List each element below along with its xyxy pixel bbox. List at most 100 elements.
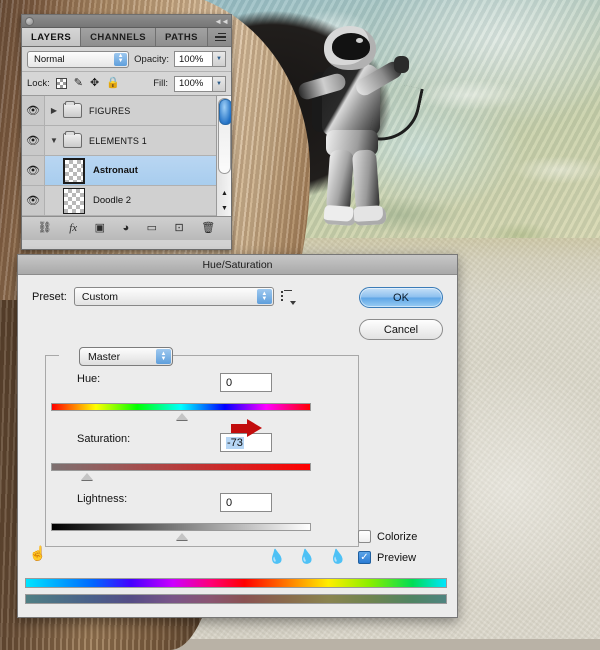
dialog-buttons[interactable]: OK Cancel	[359, 287, 443, 340]
layer-visibility-toggle[interactable]: 👁	[22, 186, 45, 215]
scroll-down-icon[interactable]: ▼	[221, 205, 228, 212]
paint-lock-icon[interactable]: ✎	[74, 78, 83, 89]
panel-collapse-dot-icon[interactable]	[25, 16, 34, 26]
blend-mode-stepper-icon[interactable]: ▲ ▼	[114, 52, 128, 66]
layer-thumbnail[interactable]	[63, 157, 85, 184]
preview-checkbox-row[interactable]: ✓ Preview	[358, 551, 417, 564]
eye-icon: 👁	[26, 195, 40, 207]
preset-label: Preset:	[32, 290, 67, 303]
tab-paths-label: PATHS	[165, 31, 198, 43]
scroll-up-icon[interactable]: ▲	[221, 190, 228, 197]
panel-menu-button[interactable]	[210, 28, 231, 46]
opacity-input[interactable]: 100%	[174, 51, 213, 67]
layer-name: Astronaut	[93, 165, 138, 176]
layer-visibility-toggle[interactable]: 👁	[22, 126, 45, 155]
hue-slider-knob[interactable]	[176, 413, 188, 420]
channel-select[interactable]: Master ▲ ▼	[79, 347, 173, 366]
preview-checkbox[interactable]: ✓	[358, 551, 371, 564]
saturation-slider-track[interactable]	[51, 463, 311, 480]
table-row[interactable]: 👁 ▶ FIGURES	[22, 96, 231, 126]
saturation-label: Saturation:	[77, 433, 131, 445]
fill-control[interactable]: 100% ▼	[174, 75, 226, 92]
table-row[interactable]: 👁 ▼ ELEMENTS 1	[22, 126, 231, 156]
on-image-adjust-icon[interactable]: ☝	[29, 545, 46, 562]
layer-list[interactable]: 👁 ▶ FIGURES 👁 ▼ ELEMENTS 1 👁 Astronaut 👁	[22, 96, 231, 216]
hue-value: 0	[226, 376, 233, 389]
folder-icon	[63, 131, 82, 148]
spectrum-bar-adjusted	[25, 594, 447, 604]
channel-value: Master	[88, 350, 121, 363]
layer-visibility-toggle[interactable]: 👁	[22, 96, 45, 125]
hue-input[interactable]: 0	[220, 373, 272, 392]
eyedropper-icon[interactable]: 💧	[267, 547, 287, 567]
eyedropper-add-icon[interactable]: 💧	[297, 547, 317, 567]
scrollbar-thumb[interactable]	[218, 98, 231, 174]
new-group-icon[interactable]: ▭	[147, 223, 157, 234]
checkbox-group[interactable]: Colorize ✓ Preview	[358, 530, 417, 564]
artwork-astronaut	[296, 22, 424, 230]
panel-menu-icon	[210, 31, 226, 44]
group-disclosure-expanded-icon[interactable]: ▼	[45, 136, 63, 145]
table-row[interactable]: 👁 Astronaut	[22, 156, 231, 186]
layer-list-scrollbar[interactable]: ▲ ▼	[216, 96, 231, 216]
hue-slider-track[interactable]	[51, 403, 311, 420]
panel-collapse-arrows-icon[interactable]: ◄◄	[214, 17, 229, 26]
tab-layers[interactable]: LAYERS	[22, 28, 82, 46]
eyedropper-group[interactable]: 💧 💧 💧	[267, 547, 348, 567]
preset-stepper-icon[interactable]: ▲ ▼	[256, 289, 272, 304]
channel-stepper-icon[interactable]: ▲ ▼	[156, 349, 171, 364]
adjustment-layer-icon[interactable]: ◕	[123, 223, 130, 234]
link-layers-icon[interactable]: ⛓	[38, 223, 52, 234]
blend-mode-select[interactable]: Normal ▲ ▼	[27, 50, 130, 68]
dialog-titlebar[interactable]: Hue/Saturation	[18, 255, 457, 275]
layer-name: ELEMENTS 1	[89, 135, 148, 146]
lightness-input[interactable]: 0	[220, 493, 272, 512]
layers-panel-toolbar[interactable]: ⛓ fx ▣ ◕ ▭ ⊡ 🗑	[22, 216, 231, 240]
lock-row[interactable]: Lock: ✎ ✥ 🔒 Fill: 100% ▼	[22, 72, 231, 96]
lock-icon-group[interactable]: ✎ ✥ 🔒	[55, 78, 120, 89]
tab-paths[interactable]: PATHS	[156, 28, 208, 46]
layer-visibility-toggle[interactable]: 👁	[22, 156, 45, 185]
lightness-value: 0	[226, 496, 233, 509]
tab-channels-label: CHANNELS	[90, 31, 147, 43]
layer-thumbnail[interactable]	[63, 187, 85, 214]
blend-mode-row[interactable]: Normal ▲ ▼ Opacity: 100% ▼	[22, 47, 231, 72]
eye-icon: 👁	[26, 165, 40, 177]
group-disclosure-collapsed-icon[interactable]: ▶	[45, 106, 63, 115]
layer-style-fx-icon[interactable]: fx	[69, 223, 77, 234]
lightness-label: Lightness:	[77, 493, 128, 505]
add-mask-icon[interactable]: ▣	[95, 223, 105, 234]
panel-titlebar[interactable]: ◄◄	[22, 15, 231, 28]
transparency-lock-icon[interactable]	[55, 78, 67, 89]
new-layer-icon[interactable]: ⊡	[175, 223, 184, 234]
scrollbar-arrows[interactable]: ▲ ▼	[217, 186, 231, 216]
red-arrow-annotation-icon	[231, 419, 263, 437]
preset-select[interactable]: Custom ▲ ▼	[73, 287, 274, 306]
colorize-label: Colorize	[377, 530, 418, 543]
fill-dropdown-icon[interactable]: ▼	[213, 75, 226, 92]
lightness-slider-track[interactable]	[51, 523, 311, 540]
table-row[interactable]: 👁 Doodle 2	[22, 186, 231, 216]
eyedropper-subtract-icon[interactable]: 💧	[328, 547, 348, 567]
spectrum-bar-original	[25, 578, 447, 588]
opacity-label: Opacity:	[134, 53, 169, 65]
preset-value: Custom	[81, 290, 119, 303]
move-lock-icon[interactable]: ✥	[90, 78, 99, 89]
opacity-control[interactable]: 100% ▼	[174, 51, 226, 67]
fill-input[interactable]: 100%	[174, 75, 213, 92]
saturation-slider-knob[interactable]	[81, 473, 93, 480]
panel-tab-bar[interactable]: LAYERS CHANNELS PATHS	[22, 28, 231, 47]
preset-options-icon[interactable]	[280, 289, 296, 305]
colorize-checkbox-row[interactable]: Colorize	[358, 530, 417, 543]
colorize-checkbox[interactable]	[358, 530, 371, 543]
cancel-button[interactable]: Cancel	[359, 319, 443, 340]
saturation-value: -73	[226, 436, 244, 449]
tab-channels[interactable]: CHANNELS	[81, 28, 157, 46]
opacity-dropdown-icon[interactable]: ▼	[213, 51, 226, 67]
ok-button[interactable]: OK	[359, 287, 443, 308]
all-lock-icon[interactable]: 🔒	[106, 78, 120, 89]
layers-panel[interactable]: ◄◄ LAYERS CHANNELS PATHS Normal ▲ ▼ Opaci…	[21, 14, 232, 250]
spectrum-bars	[25, 578, 447, 604]
delete-layer-icon[interactable]: 🗑	[201, 223, 215, 234]
lightness-slider-knob[interactable]	[176, 533, 188, 540]
